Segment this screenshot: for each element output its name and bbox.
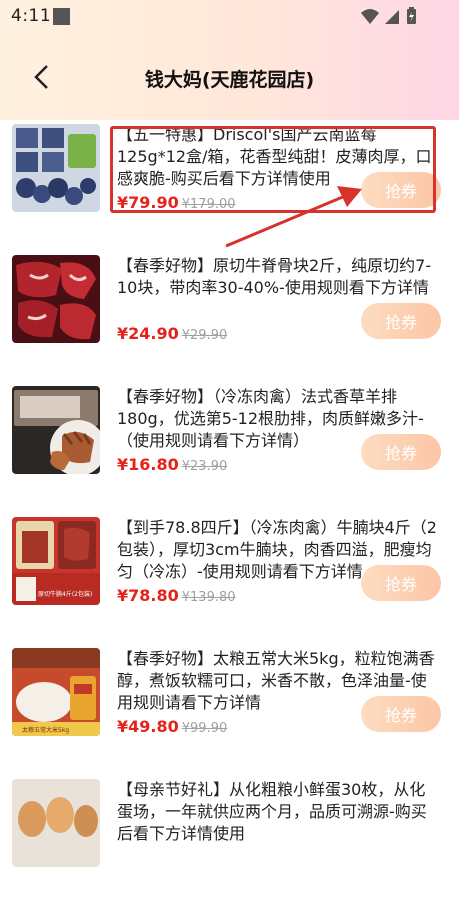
signal-icon xyxy=(385,10,399,24)
grab-coupon-button[interactable]: 抢券 xyxy=(361,303,441,339)
price-row: ¥49.80 ¥99.90 xyxy=(117,717,227,741)
thumb-caption: 太粮五常大米5kg xyxy=(22,727,70,734)
status-time: 4:11 xyxy=(11,6,52,26)
status-bar: 4:11 xyxy=(0,0,459,32)
grab-coupon-button[interactable]: 抢券 xyxy=(361,696,441,732)
product-image-rice: 太粮五常大米5kg xyxy=(12,648,100,736)
coupon-item[interactable]: 原切牛腩4斤(2包装) 【到手78.8四斤】（冷冻肉禽）牛腩块4斤（2包装），厚… xyxy=(0,515,459,646)
product-image-eggs xyxy=(12,779,100,867)
coupon-item[interactable]: 【春季好物】（冷冻肉禽）法式香草羊排180g，优选第5-12根肋排，肉质鲜嫩多汁… xyxy=(0,384,459,515)
nav-bar: 钱大妈(天鹿花园店) xyxy=(0,48,459,108)
price-row: ¥78.80 ¥139.80 xyxy=(117,586,236,610)
original-price: ¥23.90 xyxy=(181,459,228,474)
status-icons xyxy=(361,7,416,24)
sale-price: ¥24.90 xyxy=(117,324,179,343)
coupon-list: 【五一特惠】Driscol's国产云南蓝莓125g*12盒/箱，花香型纯甜！皮薄… xyxy=(0,122,459,908)
original-price: ¥29.90 xyxy=(181,328,228,343)
sale-price: ¥16.80 xyxy=(117,455,179,474)
product-image-brisket: 原切牛腩4斤(2包装) xyxy=(12,517,100,605)
grab-coupon-button[interactable]: 抢券 xyxy=(361,565,441,601)
highlight-box xyxy=(110,126,436,213)
sale-price: ¥78.80 xyxy=(117,586,179,605)
coupon-description: 【母亲节好礼】从化粗粮小鲜蛋30枚，从化蛋场，一年就供应两个月，品质可溯源-购买… xyxy=(117,780,427,843)
thumb-caption: 原切牛腩4斤(2包装) xyxy=(38,591,93,598)
coupon-item[interactable]: 【母亲节好礼】从化粗粮小鲜蛋30枚，从化蛋场，一年就供应两个月，品质可溯源-购买… xyxy=(0,777,459,908)
product-image-beef xyxy=(12,255,100,343)
price-row: ¥16.80 ¥23.90 xyxy=(117,455,227,479)
original-price: ¥99.90 xyxy=(181,721,228,736)
grab-coupon-button[interactable]: 抢券 xyxy=(361,434,441,470)
coupon-item[interactable]: 【春季好物】原切牛脊骨块2斤，纯原切约7-10块，带肉率30-40%-使用规则看… xyxy=(0,253,459,384)
product-image-lamb xyxy=(12,386,100,474)
wifi-icon xyxy=(361,9,379,24)
price-row: ¥24.90 ¥29.90 xyxy=(117,324,227,348)
sale-price: ¥49.80 xyxy=(117,717,179,736)
original-price: ¥139.80 xyxy=(181,590,236,605)
product-image-blueberry xyxy=(12,124,100,212)
coupon-item[interactable]: 太粮五常大米5kg 【春季好物】太粮五常大米5kg，粒粒饱满香醇，煮饭软糯可口，… xyxy=(0,646,459,777)
page-title: 钱大妈(天鹿花园店) xyxy=(144,69,315,91)
notification-icon xyxy=(53,8,70,25)
